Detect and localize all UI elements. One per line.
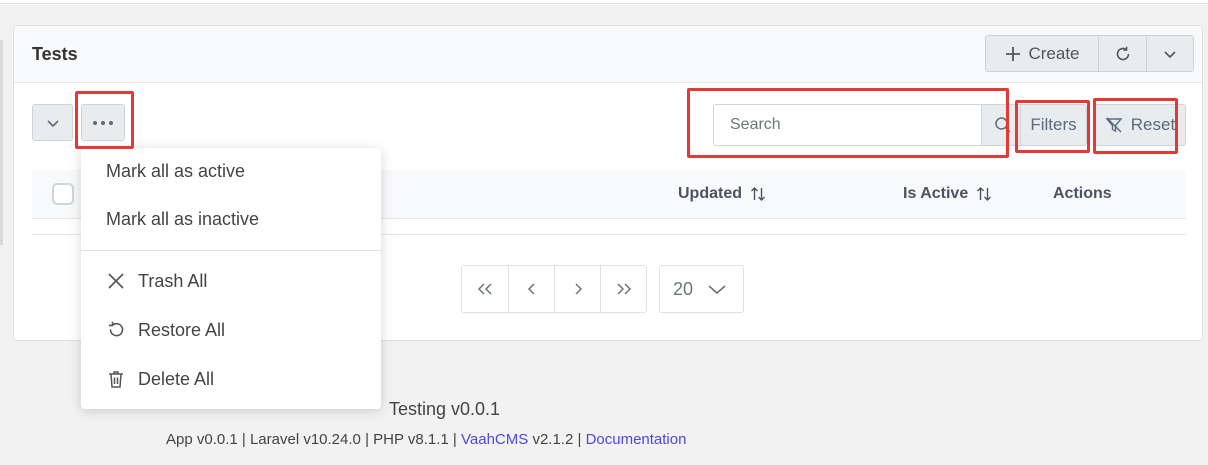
filters-button[interactable]: Filters bbox=[1020, 104, 1087, 146]
menu-item-label: Mark all as active bbox=[106, 160, 246, 181]
menu-item-trash-all[interactable]: Trash All bbox=[81, 261, 381, 301]
footer-separator: | bbox=[365, 431, 369, 448]
menu-divider bbox=[81, 250, 381, 251]
footer-separator: | bbox=[577, 431, 582, 448]
more-actions-dropdown[interactable] bbox=[1146, 36, 1193, 71]
chevron-down-icon bbox=[1164, 50, 1176, 58]
menu-item-restore-all[interactable]: Restore All bbox=[81, 310, 381, 350]
sort-icon bbox=[751, 187, 765, 201]
refresh-icon bbox=[1116, 46, 1129, 60]
documentation-link[interactable]: Documentation bbox=[586, 431, 687, 448]
column-updated-label: Updated bbox=[678, 185, 742, 202]
chevron-down-icon bbox=[708, 285, 726, 295]
menu-item-label: Trash All bbox=[138, 270, 208, 291]
refresh-button[interactable] bbox=[1098, 36, 1146, 71]
select-all-checkbox[interactable] bbox=[52, 183, 74, 205]
restore-icon bbox=[108, 321, 124, 337]
bulk-actions-menu: Mark all as active Mark all as inactive … bbox=[81, 148, 381, 409]
first-page-button[interactable] bbox=[462, 266, 508, 312]
sort-icon bbox=[977, 187, 992, 201]
close-icon bbox=[108, 273, 124, 289]
sidebar-edge bbox=[0, 40, 3, 245]
reset-button[interactable]: Reset bbox=[1094, 104, 1186, 146]
create-label: Create bbox=[1028, 43, 1080, 63]
search-icon bbox=[995, 117, 1011, 133]
menu-item-label: Delete All bbox=[138, 368, 215, 389]
column-is-active-label: Is Active bbox=[903, 185, 969, 202]
footer-title: Testing v0.0.1 bbox=[389, 399, 501, 419]
footer-meta: App v0.0.1 | Laravel v10.24.0 | PHP v8.1… bbox=[166, 431, 686, 448]
search-group bbox=[713, 104, 1025, 146]
filter-slash-icon bbox=[1105, 117, 1123, 133]
rows-per-page-select[interactable]: 20 bbox=[659, 265, 744, 313]
vaahcms-version: v2.1.2 bbox=[532, 431, 574, 448]
plus-icon bbox=[1006, 46, 1021, 61]
column-updated[interactable]: Updated bbox=[678, 185, 766, 203]
top-bar-edge bbox=[0, 0, 1208, 4]
trash-icon bbox=[109, 371, 123, 388]
reset-label: Reset bbox=[1130, 115, 1176, 134]
bulk-actions-button[interactable] bbox=[81, 104, 125, 141]
create-button[interactable]: Create bbox=[986, 36, 1098, 71]
footer-separator: | bbox=[241, 431, 246, 448]
double-chevron-right-icon bbox=[616, 283, 631, 295]
menu-item-mark-all-inactive[interactable]: Mark all as inactive bbox=[81, 199, 381, 239]
rows-per-page-value: 20 bbox=[673, 278, 694, 299]
prev-page-button[interactable] bbox=[508, 266, 554, 312]
chevron-left-icon bbox=[527, 283, 535, 295]
laravel-version: Laravel v10.24.0 bbox=[249, 431, 361, 448]
search-button[interactable] bbox=[981, 105, 1024, 145]
menu-item-label: Mark all as inactive bbox=[106, 208, 260, 229]
column-is-active[interactable]: Is Active bbox=[903, 185, 992, 203]
panel-header: Tests Create bbox=[14, 26, 1202, 83]
header-action-group: Create bbox=[985, 35, 1194, 72]
double-chevron-left-icon bbox=[477, 283, 492, 295]
search-input[interactable] bbox=[714, 105, 981, 145]
chevron-down-icon bbox=[46, 119, 59, 127]
next-page-button[interactable] bbox=[554, 266, 600, 312]
footer-separator: | bbox=[452, 431, 457, 448]
chevron-right-icon bbox=[574, 283, 582, 295]
page-title: Tests bbox=[32, 44, 78, 64]
menu-item-delete-all[interactable]: Delete All bbox=[81, 359, 381, 399]
php-version: PHP v8.1.1 bbox=[373, 431, 449, 448]
paginator bbox=[461, 265, 647, 313]
column-actions: Actions bbox=[1053, 185, 1112, 203]
column-actions-label: Actions bbox=[1053, 185, 1112, 202]
vaahcms-link[interactable]: VaahCMS bbox=[461, 431, 528, 448]
last-page-button[interactable] bbox=[600, 266, 646, 312]
ellipsis-icon bbox=[93, 120, 113, 125]
app-version: App v0.0.1 bbox=[166, 431, 238, 448]
bulk-select-dropdown[interactable] bbox=[32, 104, 73, 141]
menu-item-mark-all-active[interactable]: Mark all as active bbox=[81, 151, 381, 191]
menu-item-label: Restore All bbox=[138, 319, 226, 340]
